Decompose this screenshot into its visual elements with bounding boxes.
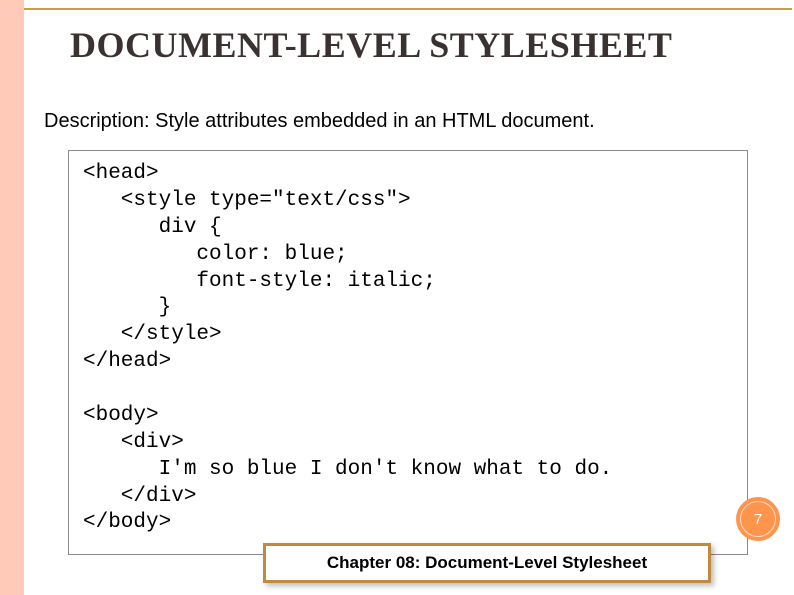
code-content: <head> <style type="text/css"> div { col…: [69, 151, 747, 547]
code-example-box: <head> <style type="text/css"> div { col…: [68, 150, 748, 555]
top-divider: [24, 8, 792, 10]
left-accent-bar: [0, 0, 24, 595]
page-number-badge: 7: [736, 497, 780, 541]
description-text: Description: Style attributes embedded i…: [44, 110, 595, 133]
slide-title: DOCUMENT-LEVEL STYLESHEET: [70, 24, 672, 66]
page-number-text: 7: [740, 501, 776, 537]
chapter-label: Chapter 08: Document-Level Stylesheet: [263, 543, 711, 583]
